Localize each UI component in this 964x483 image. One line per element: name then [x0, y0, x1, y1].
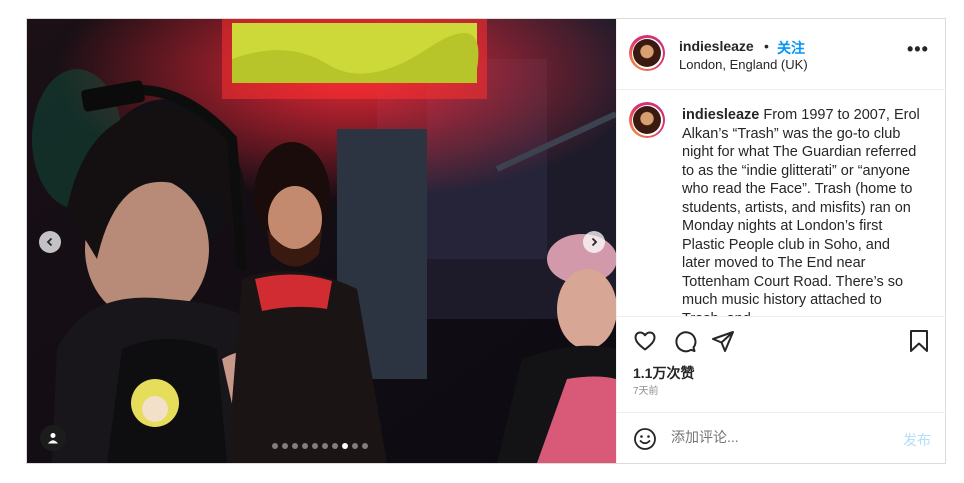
carousel-dot [332, 443, 338, 449]
share-icon[interactable] [711, 329, 735, 353]
carousel-dot [272, 443, 278, 449]
more-options-icon[interactable]: ••• [907, 39, 929, 60]
location-link[interactable]: London, England (UK) [679, 57, 808, 72]
avatar[interactable] [629, 35, 665, 71]
carousel-dot [312, 443, 318, 449]
carousel-dot [282, 443, 288, 449]
carousel-indicator [272, 443, 368, 449]
like-count[interactable]: 1.1万次赞 [633, 363, 694, 383]
tagged-users-button[interactable] [40, 425, 66, 451]
chevron-left-icon [46, 237, 53, 247]
user-icon [48, 433, 58, 444]
separator-dot: • [764, 38, 769, 54]
post-sidebar: indiesleaze • 关注 London, England (UK) ••… [616, 19, 946, 463]
action-bar: 1.1万次赞 7天前 [617, 316, 946, 412]
post-header: indiesleaze • 关注 London, England (UK) ••… [617, 19, 946, 90]
comment-icon[interactable] [673, 329, 697, 353]
carousel-prev-button[interactable] [39, 231, 61, 253]
comment-input[interactable] [671, 429, 881, 445]
post-photo [27, 19, 616, 463]
comment-bar: 发布 [617, 412, 946, 464]
caption-area: indiesleaze From 1997 to 2007, Erol Alka… [617, 90, 946, 316]
follow-button[interactable]: 关注 [777, 38, 805, 58]
post-comment-button[interactable]: 发布 [903, 430, 931, 450]
avatar-image [633, 106, 661, 134]
caption-username[interactable]: indiesleaze [682, 107, 759, 123]
post-timestamp[interactable]: 7天前 [633, 382, 659, 397]
caption: indiesleaze From 1997 to 2007, Erol Alka… [682, 106, 922, 316]
carousel-dot [322, 443, 328, 449]
carousel-next-button[interactable] [583, 231, 605, 253]
avatar-image [633, 39, 661, 67]
carousel-dot [302, 443, 308, 449]
username[interactable]: indiesleaze [679, 38, 754, 54]
emoji-icon[interactable] [633, 427, 657, 451]
chevron-right-icon [591, 237, 598, 247]
post-photo-carousel[interactable] [27, 19, 616, 463]
heart-icon[interactable] [633, 329, 657, 353]
carousel-dot [342, 443, 348, 449]
caption-avatar[interactable] [629, 102, 665, 138]
caption-text: From 1997 to 2007, Erol Alkan’s “Trash” … [682, 107, 920, 316]
bookmark-icon[interactable] [908, 329, 930, 353]
carousel-dot [352, 443, 358, 449]
carousel-dot [362, 443, 368, 449]
instagram-post: indiesleaze • 关注 London, England (UK) ••… [26, 18, 946, 464]
carousel-dot [292, 443, 298, 449]
